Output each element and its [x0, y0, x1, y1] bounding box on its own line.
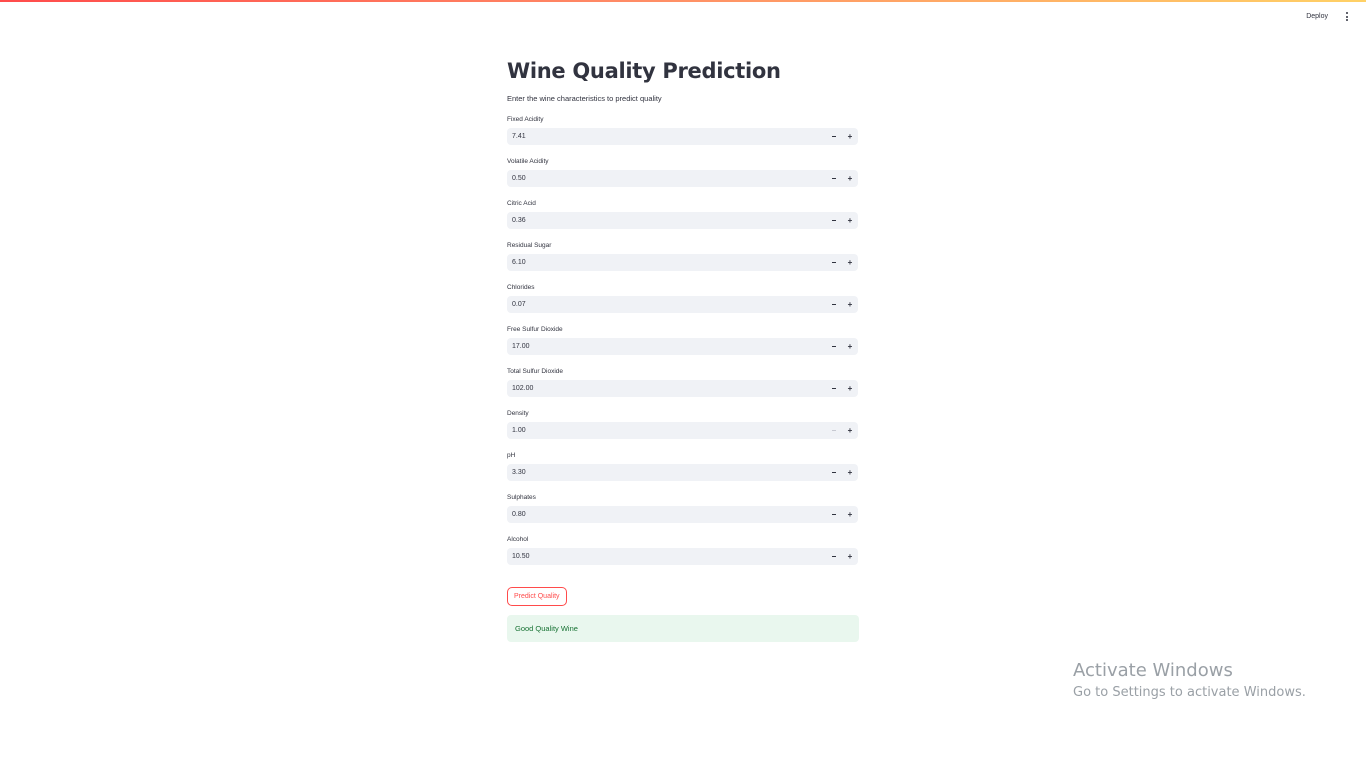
plus-icon[interactable]: + [842, 380, 858, 397]
number-input: 17.00 + [507, 338, 858, 355]
field-free-sulfur-dioxide: Free Sulfur Dioxide 17.00 + [507, 325, 859, 367]
field-fixed-acidity: Fixed Acidity 7.41 + [507, 115, 859, 157]
predict-quality-button[interactable]: Predict Quality [507, 587, 567, 606]
number-input: 0.36 + [507, 212, 858, 229]
number-input: 1.00 + [507, 422, 858, 439]
page-subtitle: Enter the wine characteristics to predic… [507, 94, 662, 103]
watermark-title: Activate Windows [1073, 660, 1233, 681]
minus-icon[interactable] [826, 422, 842, 439]
watermark-subtitle: Go to Settings to activate Windows. [1073, 685, 1306, 700]
field-label: Sulphates [507, 494, 536, 501]
plus-icon[interactable]: + [842, 128, 858, 145]
field-sulphates: Sulphates 0.80 + [507, 493, 859, 535]
deploy-button[interactable]: Deploy [1304, 11, 1330, 22]
more-vertical-icon[interactable] [1342, 10, 1352, 23]
number-input-value[interactable]: 3.30 [507, 469, 826, 476]
number-input: 0.50 + [507, 170, 858, 187]
number-input: 0.07 + [507, 296, 858, 313]
field-alcohol: Alcohol 10.50 + [507, 535, 859, 577]
main-content: Wine Quality Prediction Enter the wine c… [507, 56, 859, 642]
field-residual-sugar: Residual Sugar 6.10 + [507, 241, 859, 283]
page-title: Wine Quality Prediction [507, 59, 781, 83]
number-input: 0.80 + [507, 506, 858, 523]
minus-icon[interactable] [826, 548, 842, 565]
windows-activation-watermark: Activate Windows Go to Settings to activ… [1073, 660, 1306, 703]
field-label: Citric Acid [507, 200, 536, 207]
plus-icon[interactable]: + [842, 464, 858, 481]
minus-icon[interactable] [826, 296, 842, 313]
field-ph: pH 3.30 + [507, 451, 859, 493]
plus-icon[interactable]: + [842, 548, 858, 565]
number-input-value[interactable]: 0.50 [507, 175, 826, 182]
field-total-sulfur-dioxide: Total Sulfur Dioxide 102.00 + [507, 367, 859, 409]
minus-icon[interactable] [826, 338, 842, 355]
number-input-value[interactable]: 1.00 [507, 427, 826, 434]
plus-icon[interactable]: + [842, 212, 858, 229]
minus-icon[interactable] [826, 212, 842, 229]
number-input-value[interactable]: 7.41 [507, 133, 826, 140]
minus-icon[interactable] [826, 380, 842, 397]
minus-icon[interactable] [826, 464, 842, 481]
input-fields: Fixed Acidity 7.41 + Volatile Acidity 0.… [507, 115, 859, 577]
number-input-value[interactable]: 0.80 [507, 511, 826, 518]
number-input-value[interactable]: 10.50 [507, 553, 826, 560]
plus-icon[interactable]: + [842, 338, 858, 355]
number-input: 102.00 + [507, 380, 858, 397]
field-label: Density [507, 410, 529, 417]
field-label: Alcohol [507, 536, 529, 543]
field-label: Free Sulfur Dioxide [507, 326, 563, 333]
field-citric-acid: Citric Acid 0.36 + [507, 199, 859, 241]
field-label: Volatile Acidity [507, 158, 549, 165]
field-label: Chlorides [507, 284, 535, 291]
field-label: Total Sulfur Dioxide [507, 368, 563, 375]
field-volatile-acidity: Volatile Acidity 0.50 + [507, 157, 859, 199]
plus-icon[interactable]: + [842, 506, 858, 523]
minus-icon[interactable] [826, 506, 842, 523]
minus-icon[interactable] [826, 254, 842, 271]
number-input-value[interactable]: 0.36 [507, 217, 826, 224]
number-input-value[interactable]: 17.00 [507, 343, 826, 350]
minus-icon[interactable] [826, 128, 842, 145]
minus-icon[interactable] [826, 170, 842, 187]
number-input: 3.30 + [507, 464, 858, 481]
plus-icon[interactable]: + [842, 170, 858, 187]
number-input: 6.10 + [507, 254, 858, 271]
field-chlorides: Chlorides 0.07 + [507, 283, 859, 325]
field-density: Density 1.00 + [507, 409, 859, 451]
field-label: pH [507, 452, 516, 459]
field-label: Residual Sugar [507, 242, 552, 249]
app-toolbar: Deploy [1304, 10, 1352, 23]
prediction-result-alert: Good Quality Wine [507, 615, 859, 642]
top-decoration-bar [0, 0, 1366, 2]
plus-icon[interactable]: + [842, 296, 858, 313]
number-input-value[interactable]: 0.07 [507, 301, 826, 308]
number-input: 7.41 + [507, 128, 858, 145]
number-input-value[interactable]: 6.10 [507, 259, 826, 266]
plus-icon[interactable]: + [842, 254, 858, 271]
number-input: 10.50 + [507, 548, 858, 565]
plus-icon[interactable]: + [842, 422, 858, 439]
number-input-value[interactable]: 102.00 [507, 385, 826, 392]
field-label: Fixed Acidity [507, 116, 544, 123]
